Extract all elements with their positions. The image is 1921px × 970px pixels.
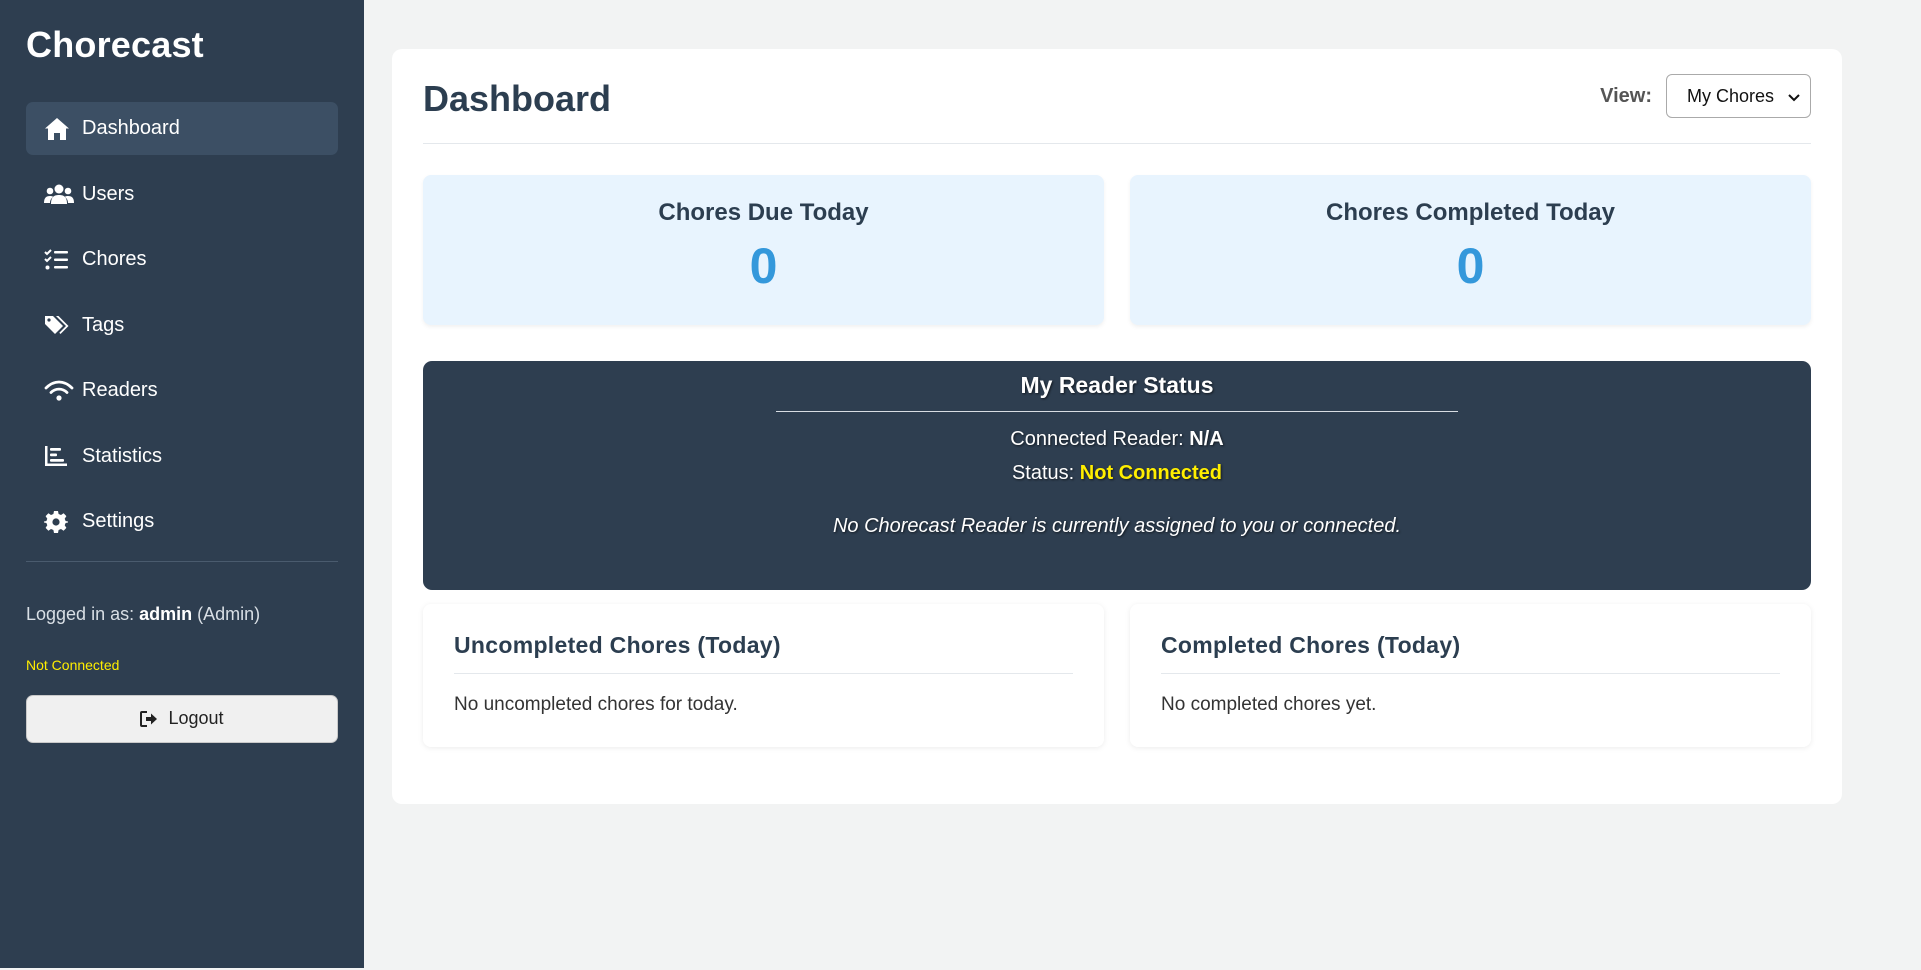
- list-title: Uncompleted Chores (Today): [454, 632, 1073, 674]
- sidebar-item-readers[interactable]: Readers: [26, 364, 338, 417]
- sidebar-item-chores[interactable]: Chores: [26, 233, 338, 286]
- logged-in-username: admin: [139, 603, 193, 624]
- reader-status-value: Not Connected: [1079, 462, 1223, 484]
- logout-icon: [140, 710, 158, 727]
- sidebar: Chorecast Dashboard Users Chores Tags Re…: [0, 0, 364, 968]
- dashboard-panel: Dashboard View: My Chores Chores Due Tod…: [392, 49, 1842, 804]
- stat-value: 0: [1456, 238, 1485, 294]
- sidebar-item-label: Users: [82, 182, 135, 205]
- chore-lists: Uncompleted Chores (Today) No uncomplete…: [423, 604, 1811, 747]
- reader-status-label: Status:: [1011, 462, 1075, 484]
- stat-value: 0: [749, 238, 778, 294]
- sidebar-item-label: Chores: [82, 248, 147, 270]
- bar-chart-icon: [44, 443, 74, 469]
- logged-in-info: Logged in as: admin (Admin): [26, 604, 338, 625]
- reader-divider: [776, 411, 1458, 412]
- page-title: Dashboard: [423, 78, 612, 119]
- logout-label: Logout: [168, 708, 224, 728]
- logged-in-role: (Admin): [197, 603, 261, 624]
- sidebar-item-label: Readers: [82, 379, 158, 401]
- connected-reader-value: N/A: [1189, 428, 1224, 450]
- sidebar-item-label: Settings: [82, 510, 155, 532]
- app-brand: Chorecast: [26, 24, 204, 65]
- sidebar-item-label: Tags: [82, 313, 125, 336]
- sidebar-item-label: Statistics: [82, 444, 163, 467]
- uncompleted-chores-card: Uncompleted Chores (Today) No uncomplete…: [423, 604, 1104, 747]
- users-icon: [44, 181, 74, 207]
- sidebar-item-settings[interactable]: Settings: [26, 495, 338, 548]
- view-select[interactable]: My Chores: [1666, 74, 1811, 118]
- home-icon: [44, 116, 74, 142]
- list-empty-message: No completed chores yet.: [1161, 694, 1377, 715]
- completed-chores-card: Completed Chores (Today) No completed ch…: [1130, 604, 1811, 747]
- sidebar-item-dashboard[interactable]: Dashboard: [26, 102, 338, 155]
- connected-reader-label: Connected Reader:: [1010, 428, 1184, 450]
- view-switcher: View: My Chores: [1600, 74, 1811, 118]
- reader-status-card: My Reader Status Connected Reader: N/A S…: [423, 361, 1811, 590]
- stat-title: Chores Due Today: [658, 199, 869, 226]
- list-title: Completed Chores (Today): [1161, 632, 1780, 674]
- stat-card-due: Chores Due Today 0: [423, 175, 1104, 325]
- sidebar-item-users[interactable]: Users: [26, 168, 338, 221]
- reader-status-title: My Reader Status: [1020, 372, 1214, 398]
- stat-title: Chores Completed Today: [1326, 199, 1615, 226]
- gear-icon: [44, 509, 74, 535]
- panel-header: Dashboard View: My Chores: [423, 49, 1811, 144]
- connection-status: Not Connected: [26, 656, 120, 673]
- tags-icon: [44, 312, 74, 338]
- chevron-down-icon: [1788, 86, 1800, 107]
- view-label: View:: [1600, 84, 1652, 107]
- view-select-value: My Chores: [1687, 85, 1775, 106]
- reader-status-line: Status: Not Connected: [423, 462, 1811, 485]
- list-empty-message: No uncompleted chores for today.: [454, 694, 738, 715]
- reader-note: No Chorecast Reader is currently assigne…: [832, 515, 1402, 537]
- list-check-icon: [44, 247, 74, 273]
- stats-row: Chores Due Today 0 Chores Completed Toda…: [423, 175, 1811, 325]
- sidebar-item-label: Dashboard: [82, 117, 180, 139]
- stat-card-completed: Chores Completed Today 0: [1130, 175, 1811, 325]
- sidebar-item-statistics[interactable]: Statistics: [26, 430, 338, 483]
- connected-reader-line: Connected Reader: N/A: [423, 428, 1811, 451]
- logged-in-prefix: Logged in as:: [26, 603, 135, 624]
- wifi-icon: [44, 378, 74, 404]
- sidebar-item-tags[interactable]: Tags: [26, 299, 338, 352]
- logout-button[interactable]: Logout: [26, 694, 338, 743]
- sidebar-divider: [26, 560, 338, 562]
